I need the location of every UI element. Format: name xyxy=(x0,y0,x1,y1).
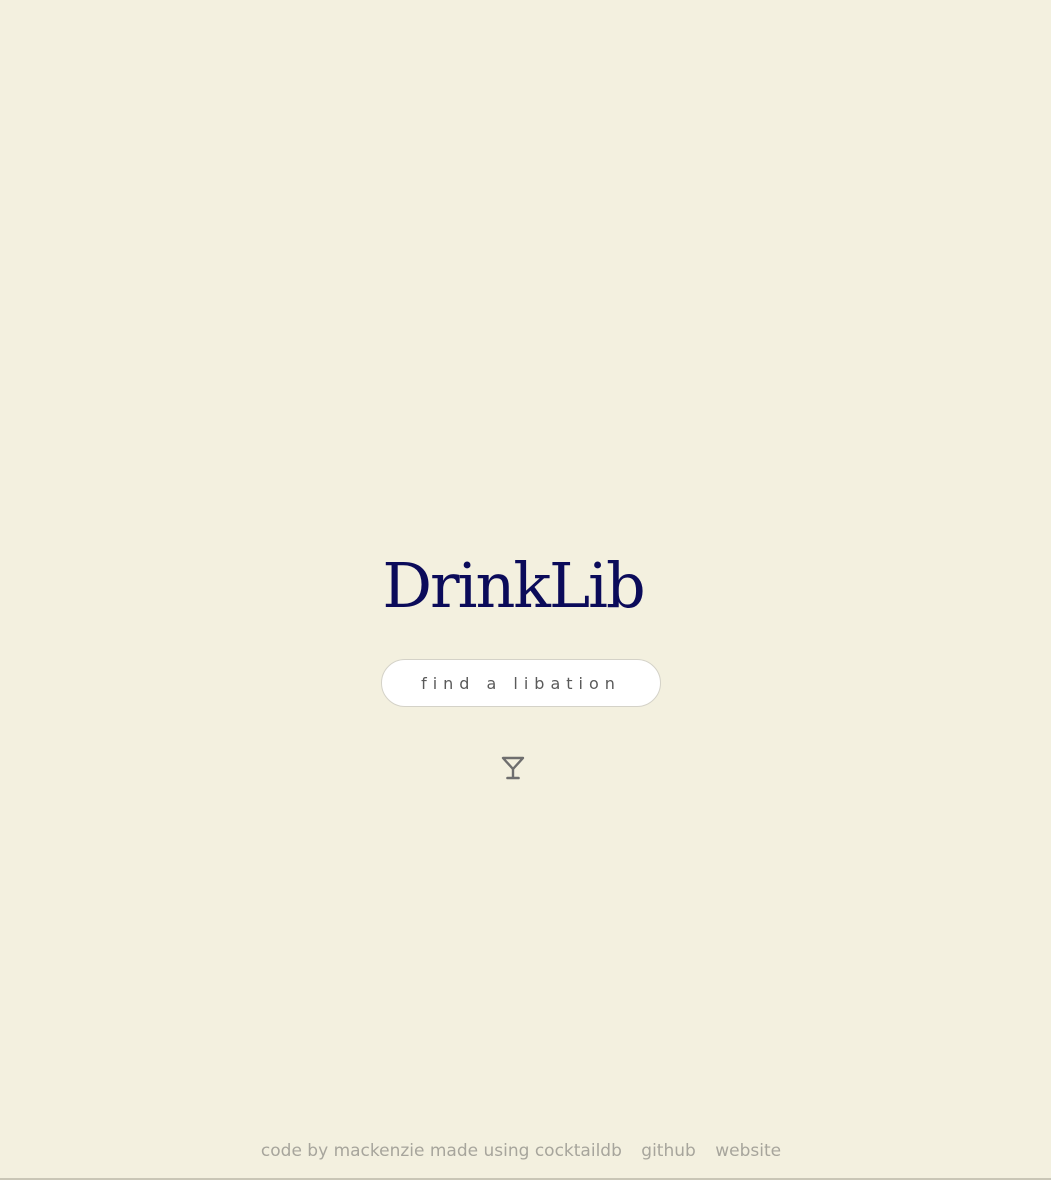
website-link[interactable]: website xyxy=(715,1141,781,1161)
search-container xyxy=(381,659,661,707)
search-button[interactable] xyxy=(498,753,528,783)
search-input[interactable] xyxy=(381,659,661,707)
footer-credit: code by mackenzie made using cocktaildb xyxy=(260,1141,622,1161)
app-title: DrinkLib xyxy=(382,549,645,622)
github-link[interactable]: github xyxy=(641,1141,696,1161)
footer: code by mackenzie made using cocktaildb … xyxy=(0,1141,1042,1161)
cocktail-glass-icon xyxy=(501,756,525,780)
